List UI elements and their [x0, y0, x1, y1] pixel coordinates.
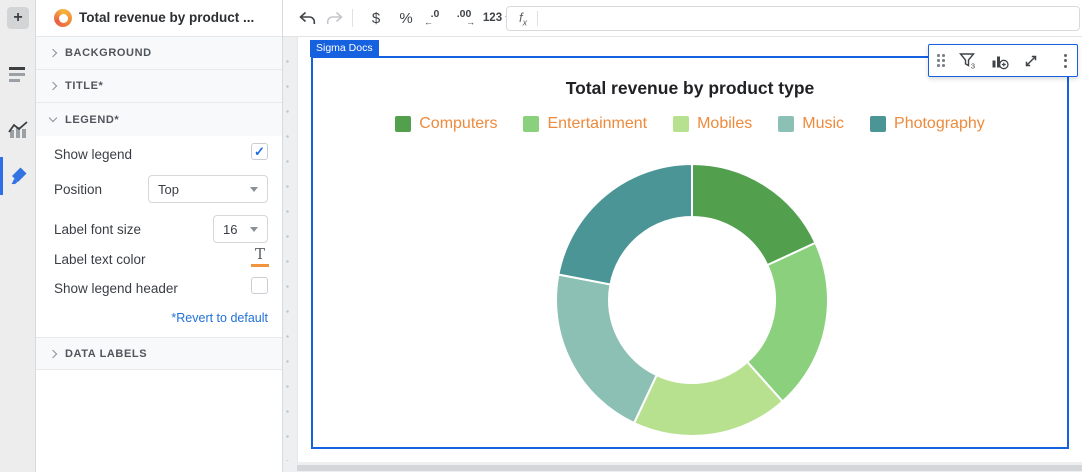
formula-bar: fx: [506, 6, 1080, 31]
legend-swatch: [870, 116, 886, 132]
decrease-decimal-button[interactable]: .0 ←: [424, 8, 446, 28]
app-window: + Total revenue by product ...: [0, 0, 1082, 472]
position-value: Top: [158, 182, 179, 197]
page-elements-icon[interactable]: [9, 66, 27, 82]
donut-segment-photography[interactable]: [558, 164, 692, 284]
revert-to-default-link[interactable]: *Revert to default: [171, 311, 268, 325]
legend-label: Computers: [419, 115, 497, 133]
show-legend-label: Show legend: [54, 147, 132, 162]
chart-element[interactable]: Total revenue by product type Computers E…: [311, 56, 1069, 449]
percent-format-button[interactable]: %: [395, 8, 417, 28]
legend-item-mobiles[interactable]: Mobiles: [673, 115, 752, 133]
donut-chart: [552, 160, 832, 440]
active-tool-indicator: [0, 157, 3, 195]
position-label: Position: [54, 182, 102, 197]
font-size-select[interactable]: 16: [213, 215, 268, 243]
section-legend[interactable]: LEGEND*: [36, 103, 282, 136]
chart-legend: Computers Entertainment Mobiles Music Photog…: [313, 115, 1067, 133]
legend-item-photography[interactable]: Photography: [870, 115, 985, 133]
panel-header: Total revenue by product ...: [36, 0, 282, 37]
text-color-picker[interactable]: T: [251, 246, 269, 268]
arrow-left-icon: ←: [424, 18, 433, 27]
legend-label: Entertainment: [547, 115, 647, 133]
donut-element-icon: [54, 9, 72, 27]
section-label: BACKGROUND: [65, 47, 152, 59]
add-element-button[interactable]: +: [7, 7, 29, 29]
add-child-element-icon[interactable]: [990, 52, 1009, 70]
legend-item-entertainment[interactable]: Entertainment: [523, 115, 647, 133]
section-label: DATA LABELS: [65, 348, 147, 360]
check-icon: ✓: [254, 145, 265, 158]
legend-swatch: [778, 116, 794, 132]
legend-label: Photography: [894, 115, 985, 133]
donut-segment-music[interactable]: [556, 275, 657, 424]
canvas-grid-dots: [285, 43, 290, 461]
section-label: LEGEND*: [65, 114, 119, 126]
chevron-right-icon: [49, 349, 57, 357]
element-name-tag[interactable]: Sigma Docs: [310, 40, 379, 57]
text-color-icon: T: [255, 246, 265, 263]
text-color-swatch: [251, 264, 269, 267]
font-size-label: Label font size: [54, 222, 141, 237]
currency-format-button[interactable]: $: [365, 8, 387, 28]
chevron-down-icon: [49, 114, 57, 122]
formula-fx-icon: fx: [507, 10, 537, 28]
formula-input[interactable]: [538, 7, 1079, 30]
legend-swatch: [395, 116, 411, 132]
caret-down-icon: [250, 227, 258, 232]
text-color-label: Label text color: [54, 252, 146, 267]
horizontal-scrollbar[interactable]: [297, 465, 1082, 471]
panel-element-title: Total revenue by product ...: [79, 10, 274, 25]
caret-down-icon: [250, 187, 258, 192]
show-header-label: Show legend header: [54, 281, 178, 296]
chevron-right-icon: [49, 49, 57, 57]
section-title[interactable]: TITLE*: [36, 70, 282, 103]
chart-title: Total revenue by product type: [313, 78, 1067, 99]
workbook-canvas: Total revenue by product type Computers E…: [283, 37, 1082, 472]
element-menu-icon[interactable]: [1064, 54, 1067, 68]
increase-decimal-button[interactable]: .00 →: [453, 8, 475, 28]
legend-swatch: [523, 116, 539, 132]
format-brush-icon[interactable]: [8, 166, 28, 186]
section-data-labels[interactable]: DATA LABELS: [36, 337, 282, 370]
maximize-icon[interactable]: [1022, 52, 1040, 70]
arrow-right-icon: →: [466, 18, 475, 27]
toolbar-divider: [352, 9, 353, 27]
filter-icon[interactable]: 3: [958, 51, 977, 70]
filter-count: 3: [971, 62, 975, 71]
section-label: TITLE*: [65, 80, 103, 92]
legend-item-computers[interactable]: Computers: [395, 115, 497, 133]
format-panel: Total revenue by product ... BACKGROUND …: [36, 0, 283, 472]
show-legend-checkbox[interactable]: ✓: [251, 143, 268, 160]
legend-label: Mobiles: [697, 115, 752, 133]
donut-chart-wrap: [552, 160, 832, 440]
undo-button[interactable]: [296, 8, 318, 28]
legend-item-music[interactable]: Music: [778, 115, 844, 133]
position-select[interactable]: Top: [148, 175, 268, 203]
formatting-toolbar: $ % .0 ← .00 → 123 fx: [283, 0, 1082, 37]
chart-elements-icon[interactable]: [7, 119, 29, 141]
show-header-checkbox[interactable]: ✓: [251, 277, 268, 294]
font-size-value: 16: [223, 222, 237, 237]
selection-toolbar: 3: [928, 44, 1078, 77]
drag-handle-icon[interactable]: [937, 54, 945, 67]
number-format-label: 123: [483, 12, 502, 24]
legend-swatch: [673, 116, 689, 132]
redo-button[interactable]: [324, 8, 346, 28]
donut-segment-computers[interactable]: [692, 164, 815, 265]
left-icon-rail: +: [0, 0, 36, 472]
legend-label: Music: [802, 115, 844, 133]
section-background[interactable]: BACKGROUND: [36, 37, 282, 70]
chevron-right-icon: [49, 82, 57, 90]
